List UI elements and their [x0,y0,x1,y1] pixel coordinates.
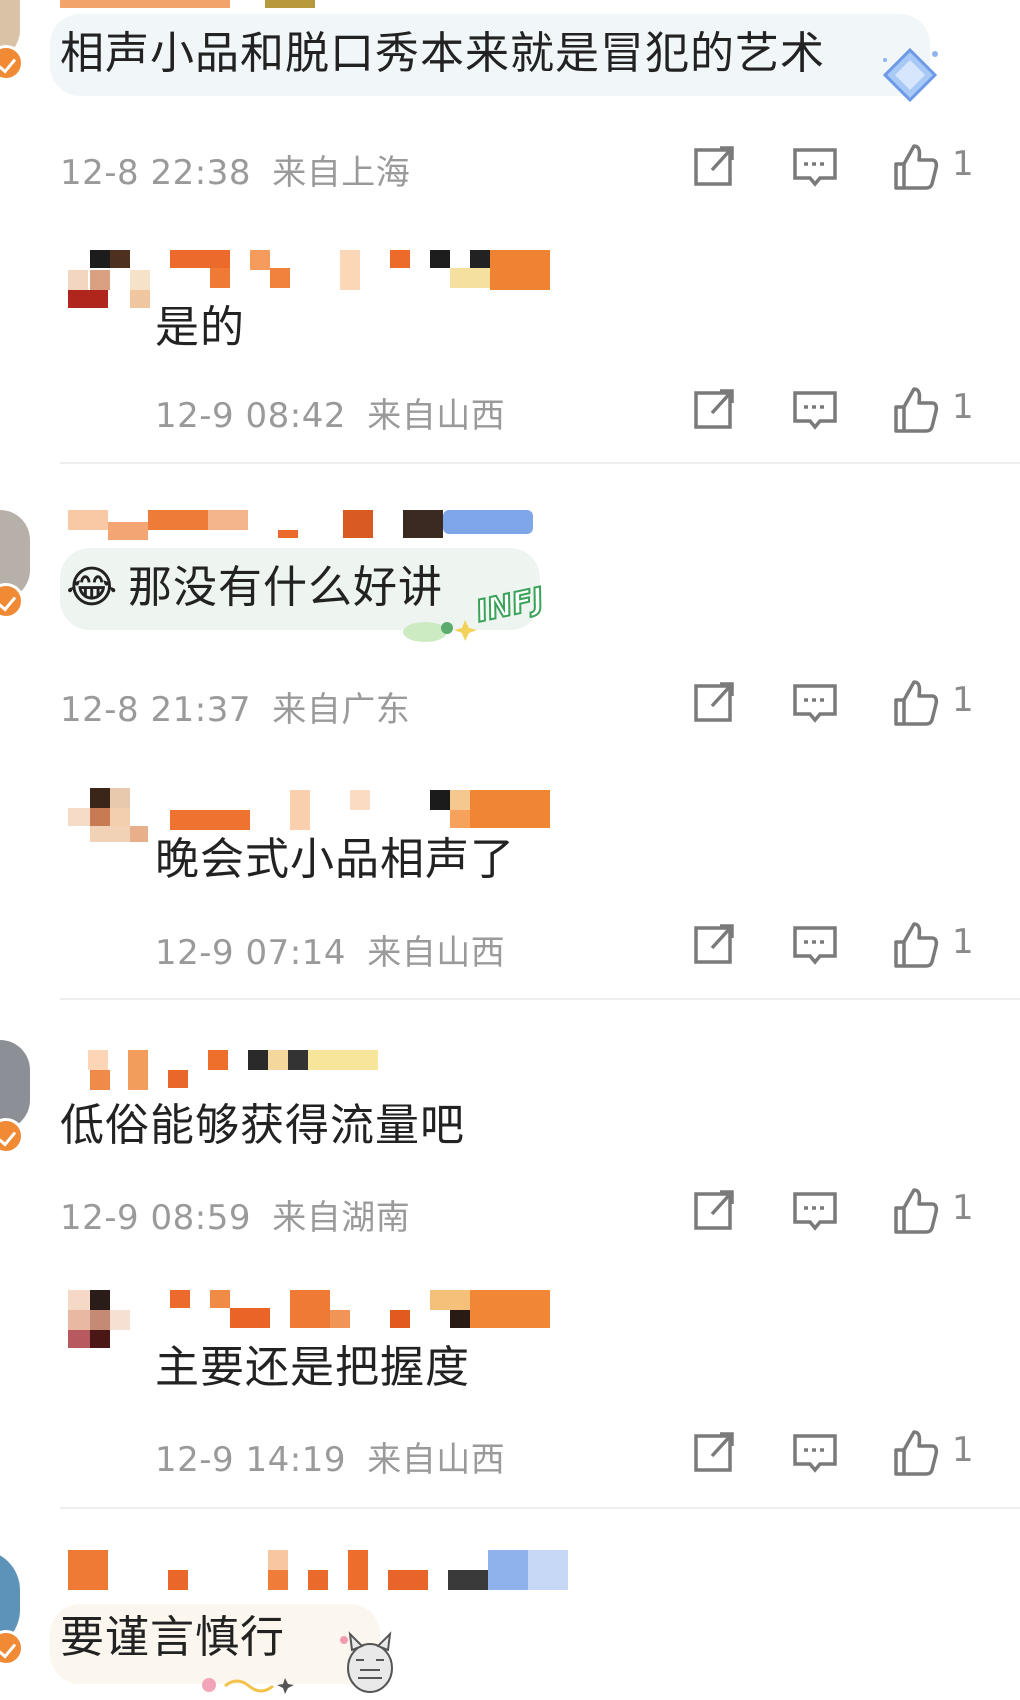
divider [60,462,1020,464]
reply-actions: 1 [690,385,990,435]
comment-icon[interactable] [790,1186,840,1236]
comment-text: 低俗能够获得流量吧 [60,1100,465,1151]
divider [60,1507,1020,1509]
reply-meta: 12-9 14:19 来自山西 [155,1432,505,1481]
sparkle-icon [403,620,477,642]
like-count: 1 [952,680,974,720]
reply-text: 是的 [155,302,245,353]
comment-icon[interactable] [790,1428,840,1478]
like-count: 1 [952,1188,974,1228]
reply-location: 来自山西 [367,1440,506,1480]
share-icon[interactable] [690,1428,740,1478]
reply-date: 12-9 14:19 [155,1440,346,1480]
verified-badge-icon [0,1118,24,1154]
reply-avatar-blur[interactable] [68,788,148,843]
thumbs-up-icon[interactable] [890,678,940,728]
comment-icon[interactable] [790,920,840,970]
username-blur [68,510,533,540]
like-count: 1 [952,922,974,962]
verified-badge-icon [0,1630,24,1666]
reply-actions: 1 [690,1428,990,1478]
reply-username-blur [170,790,550,830]
reply-location: 来自山西 [367,396,506,436]
comment-date: 12-8 21:37 [60,690,251,730]
reply-username-blur [170,250,550,290]
verified-badge-icon [0,45,24,81]
thumbs-up-icon[interactable] [890,1186,940,1236]
comment-icon[interactable] [790,142,840,192]
like-count: 1 [952,387,974,427]
reply-location: 来自山西 [367,933,506,973]
comment-actions: 1 [690,142,990,192]
reply-avatar-blur[interactable] [68,250,150,310]
reply-text: 主要还是把握度 [155,1342,470,1393]
like-count: 1 [952,1430,974,1470]
share-icon[interactable] [690,142,740,192]
comment-actions: 1 [690,1186,990,1236]
share-icon[interactable] [690,920,740,970]
comment-meta: 12-9 08:59 来自湖南 [60,1190,410,1239]
cat-sticker-icon [340,1631,393,1693]
comment-location: 来自广东 [272,690,411,730]
username-blur [68,1550,568,1592]
thumbs-up-icon[interactable] [890,920,940,970]
reply-meta: 12-9 07:14 来自山西 [155,925,505,974]
comment-location: 来自湖南 [272,1198,411,1238]
reply-avatar-blur[interactable] [68,1290,148,1350]
comment-text: 相声小品和脱口秀本来就是冒犯的艺术 [60,28,825,79]
reply-username-blur [170,1290,550,1330]
username-blur [60,0,230,8]
comment-meta: 12-8 22:38 来自上海 [60,145,410,194]
comment-emoji: 😂 [66,562,119,613]
avatar[interactable] [0,1040,30,1130]
username-blur [265,0,315,8]
username-blur [68,1050,388,1090]
share-icon[interactable] [690,1186,740,1236]
flower-icon [202,1678,294,1694]
reply-date: 12-9 07:14 [155,933,346,973]
like-count: 1 [952,144,974,184]
reply-meta: 12-9 08:42 来自山西 [155,388,505,437]
share-icon[interactable] [690,678,740,728]
comment-date: 12-9 08:59 [60,1198,251,1238]
thumbs-up-icon[interactable] [890,142,940,192]
comment-date: 12-8 22:38 [60,153,251,193]
share-icon[interactable] [690,385,740,435]
divider [60,998,1020,1000]
comment-icon[interactable] [790,678,840,728]
reply-actions: 1 [690,920,990,970]
diamond-icon [882,47,938,103]
comment-icon[interactable] [790,385,840,435]
thumbs-up-icon[interactable] [890,1428,940,1478]
comment-location: 来自上海 [272,153,411,193]
reply-date: 12-9 08:42 [155,396,346,436]
reply-text: 晚会式小品相声了 [155,834,515,885]
comment-meta: 12-8 21:37 来自广东 [60,682,410,731]
comment-actions: 1 [690,678,990,728]
comment-text: 要谨言慎行 [60,1612,285,1663]
thumbs-up-icon[interactable] [890,385,940,435]
